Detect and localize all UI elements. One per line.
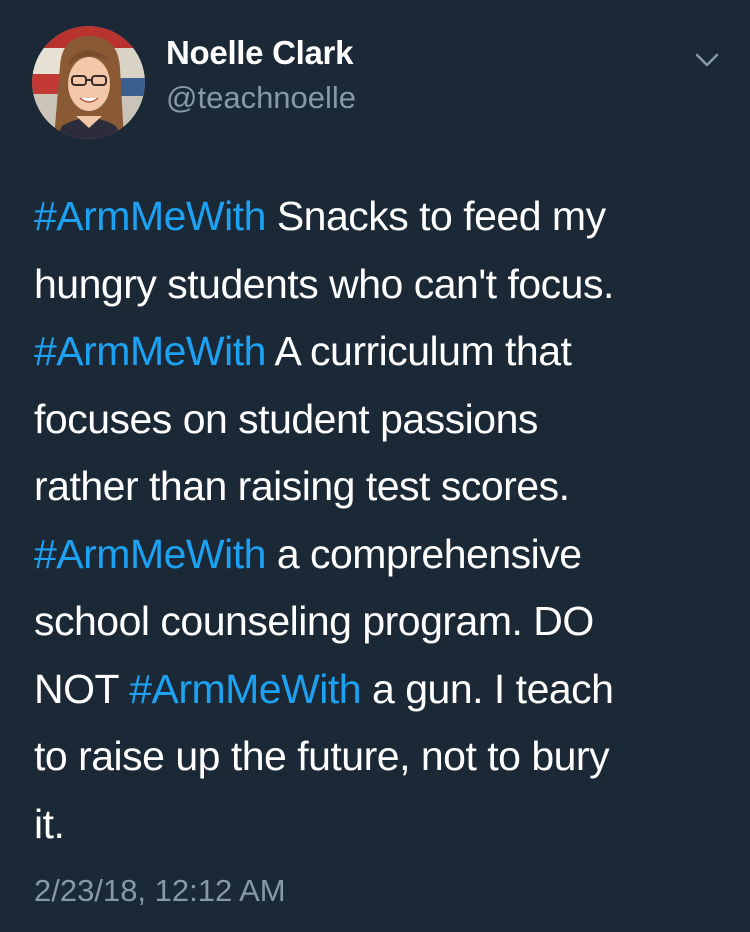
tweet-line: hungry students who can't focus. [34, 260, 614, 307]
profile-photo-icon [32, 26, 145, 139]
tweet-line: focuses on student passions [34, 395, 538, 442]
tweet-line: school counseling program. DO [34, 598, 594, 644]
tweet-line-text: a gun. I teach [361, 665, 614, 712]
tweet-line: to raise up the future, not to bury [34, 733, 610, 779]
tweet-menu-button[interactable] [690, 46, 724, 74]
chevron-down-icon [695, 53, 719, 67]
hashtag-link[interactable]: #ArmMeWith [129, 666, 361, 712]
tweet-line-text: Snacks to feed my [265, 193, 606, 239]
tweet-line: rather than raising test scores. [34, 463, 570, 509]
tweet-line-text: a comprehensive [265, 530, 582, 577]
tweet-line: #ArmMeWith a comprehensive [34, 521, 724, 589]
tweet-line: #ArmMeWith Snacks to feed my [34, 183, 724, 251]
tweet-timestamp[interactable]: 2/23/18, 12:12 AM [34, 873, 286, 909]
tweet-line-text: A curriculum that [265, 328, 572, 374]
hashtag-link[interactable]: #ArmMeWith [34, 328, 266, 374]
tweet-line-text: NOT [34, 665, 130, 712]
tweet-text: #ArmMeWith Snacks to feed my hungry stud… [34, 183, 724, 858]
tweet-line: it. [34, 800, 65, 847]
tweet-line: #ArmMeWith A curriculum that [34, 318, 724, 386]
tweet-card: Noelle Clark @teachnoelle #ArmMeWith Sna… [0, 0, 750, 932]
author-handle[interactable]: @teachnoelle [166, 80, 356, 116]
hashtag-link[interactable]: #ArmMeWith [34, 531, 266, 577]
tweet-line: NOT #ArmMeWith a gun. I teach [34, 656, 724, 724]
hashtag-link[interactable]: #ArmMeWith [34, 193, 266, 239]
author-display-name[interactable]: Noelle Clark [166, 34, 353, 72]
avatar[interactable] [32, 26, 145, 139]
